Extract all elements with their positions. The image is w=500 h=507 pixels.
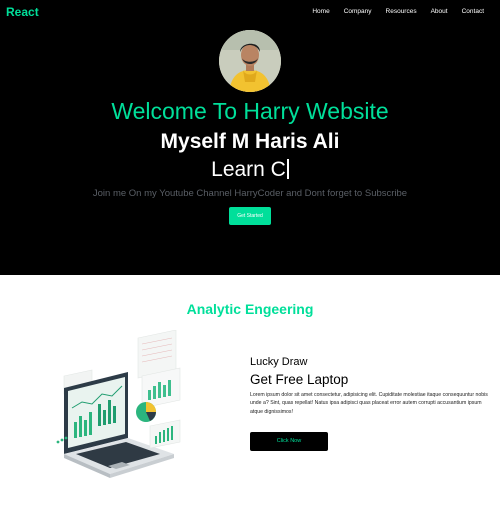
laptop-analytics-illustration <box>50 329 190 480</box>
nav-link-contact[interactable]: Contact <box>462 8 484 15</box>
offer-heading: Get Free Laptop <box>250 372 349 387</box>
get-started-button[interactable]: Get Started <box>229 207 271 225</box>
navbar: React Home Company Resources About Conta… <box>0 0 500 24</box>
laptop-illustration-icon <box>56 329 181 478</box>
nav-links: Home Company Resources About Contact <box>298 8 484 15</box>
profile-photo-icon <box>219 30 281 92</box>
typing-cursor <box>286 159 289 179</box>
typing-text-line: Learn C <box>0 158 500 182</box>
offer-body: Lorem ipsum dolor sit amet consectetur, … <box>250 392 488 415</box>
nav-link-home[interactable]: Home <box>312 8 329 15</box>
hero-subtitle: Myself M Haris Ali <box>160 130 340 153</box>
hero-title: Welcome To Harry Website <box>111 98 389 124</box>
offer-kicker: Lucky Draw <box>250 356 308 368</box>
brand-logo[interactable]: React <box>6 5 39 19</box>
nav-link-about[interactable]: About <box>431 8 448 15</box>
click-now-button[interactable]: Click Now <box>250 432 328 451</box>
analytics-title: Analytic Engeering <box>186 301 314 317</box>
nav-link-company[interactable]: Company <box>344 8 372 15</box>
hero-section: React Home Company Resources About Conta… <box>0 0 500 275</box>
hero-description: Join me On my Youtube Channel HarryCoder… <box>92 188 408 199</box>
nav-link-resources[interactable]: Resources <box>386 8 417 15</box>
avatar <box>219 30 281 92</box>
offer-info: Lucky Draw Get Free Laptop Lorem ipsum d… <box>250 356 490 416</box>
typing-text: Learn C <box>211 158 286 181</box>
